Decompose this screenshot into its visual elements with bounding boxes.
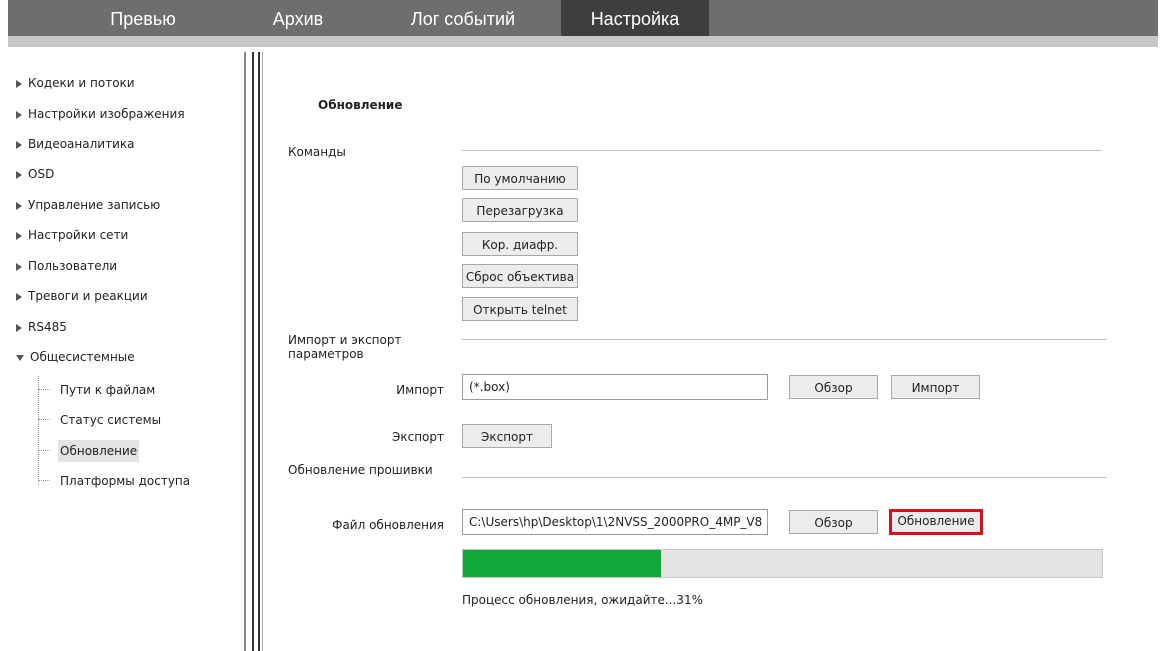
content-divider (258, 52, 260, 651)
import-export-group-label: Импорт и экспорт параметров (288, 333, 402, 361)
sidebar-item-network[interactable]: Настройки сети (16, 225, 128, 245)
tab-archive[interactable]: Архив (258, 0, 338, 36)
collapse-arrow-icon (16, 354, 24, 361)
sidebar-item-label: OSD (28, 167, 55, 181)
tree-branch (38, 419, 50, 420)
sidebar-item-label: Видеоаналитика (28, 137, 135, 151)
tree-branch (38, 450, 50, 451)
top-tab-bar: Превью Архив Лог событий Настройка (8, 0, 1158, 36)
reboot-button[interactable]: Перезагрузка (462, 198, 578, 222)
open-telnet-button[interactable]: Открыть telnet (462, 297, 578, 321)
update-status-text: Процесс обновления, ожидайте...31% (462, 593, 703, 607)
expand-arrow-icon (16, 79, 22, 88)
sidebar-item-label: RS485 (28, 320, 67, 334)
tab-event-log[interactable]: Лог событий (388, 0, 538, 36)
sidebar-subitem-file-paths[interactable]: Пути к файлам (58, 379, 157, 401)
import-field-label: Импорт (396, 383, 444, 397)
tree-branch (38, 389, 50, 390)
sidebar-item-label: Настройки изображения (28, 107, 185, 121)
sidebar-item-label: Общесистемные (30, 350, 135, 364)
expand-arrow-icon (16, 201, 22, 210)
expand-arrow-icon (16, 262, 22, 271)
divider (462, 339, 1107, 340)
expand-arrow-icon (16, 140, 22, 149)
sidebar: Кодеки и потоки Настройки изображения Ви… (8, 52, 254, 651)
default-settings-button[interactable]: По умолчанию (462, 166, 578, 190)
tree-branch (38, 480, 50, 481)
import-file-field[interactable]: (*.box) (462, 374, 768, 400)
sidebar-item-codecs[interactable]: Кодеки и потоки (16, 73, 135, 93)
sidebar-item-image[interactable]: Настройки изображения (16, 104, 185, 124)
import-browse-button[interactable]: Обзор (789, 375, 878, 399)
sidebar-item-users[interactable]: Пользователи (16, 256, 117, 276)
export-field-label: Экспорт (391, 430, 444, 444)
update-progress-bar (462, 549, 1103, 578)
sidebar-item-label: Управление записью (28, 198, 161, 212)
sidebar-subitem-system-status[interactable]: Статус системы (58, 409, 163, 431)
sidebar-item-osd[interactable]: OSD (16, 164, 54, 184)
sidebar-item-label: Тревоги и реакции (28, 289, 148, 303)
update-browse-button[interactable]: Обзор (789, 510, 878, 534)
expand-arrow-icon (16, 110, 22, 119)
sidebar-subitem-access-platforms[interactable]: Платформы доступа (58, 470, 192, 492)
page-title: Обновление (318, 98, 403, 112)
sidebar-item-rs485[interactable]: RS485 (16, 317, 67, 337)
expand-arrow-icon (16, 231, 22, 240)
divider (462, 477, 1107, 478)
sidebar-item-label: Пользователи (28, 259, 118, 273)
export-button[interactable]: Экспорт (462, 424, 552, 448)
sidebar-item-recording[interactable]: Управление записью (16, 195, 160, 215)
update-file-label: Файл обновления (332, 518, 444, 532)
expand-arrow-icon (16, 292, 22, 301)
iris-correction-button[interactable]: Кор. диафр. (462, 232, 578, 256)
content-divider (262, 52, 263, 651)
sidebar-item-analytics[interactable]: Видеоаналитика (16, 134, 134, 154)
update-file-field[interactable]: C:\Users\hp\Desktop\1\2NVSS_2000PRO_4MP_… (462, 509, 768, 535)
sidebar-item-alarms[interactable]: Тревоги и реакции (16, 286, 148, 306)
sidebar-subitem-update[interactable]: Обновление (58, 440, 140, 462)
import-button[interactable]: Импорт (891, 375, 980, 399)
firmware-group-label: Обновление прошивки (288, 463, 433, 477)
top-divider (8, 36, 1158, 47)
sidebar-item-label: Кодеки и потоки (28, 76, 135, 90)
commands-group-label: Команды (288, 145, 346, 159)
divider (462, 150, 1102, 151)
progress-fill (463, 550, 662, 577)
sidebar-item-system[interactable]: Общесистемные (16, 347, 135, 367)
tab-settings[interactable]: Настройка (561, 0, 709, 36)
lens-reset-button[interactable]: Сброс объектива (462, 264, 578, 288)
expand-arrow-icon (16, 323, 22, 332)
sidebar-item-label: Настройки сети (28, 228, 129, 242)
expand-arrow-icon (16, 170, 22, 179)
tab-preview[interactable]: Превью (68, 0, 218, 36)
tree-line (38, 376, 39, 485)
update-button[interactable]: Обновление (889, 509, 983, 535)
